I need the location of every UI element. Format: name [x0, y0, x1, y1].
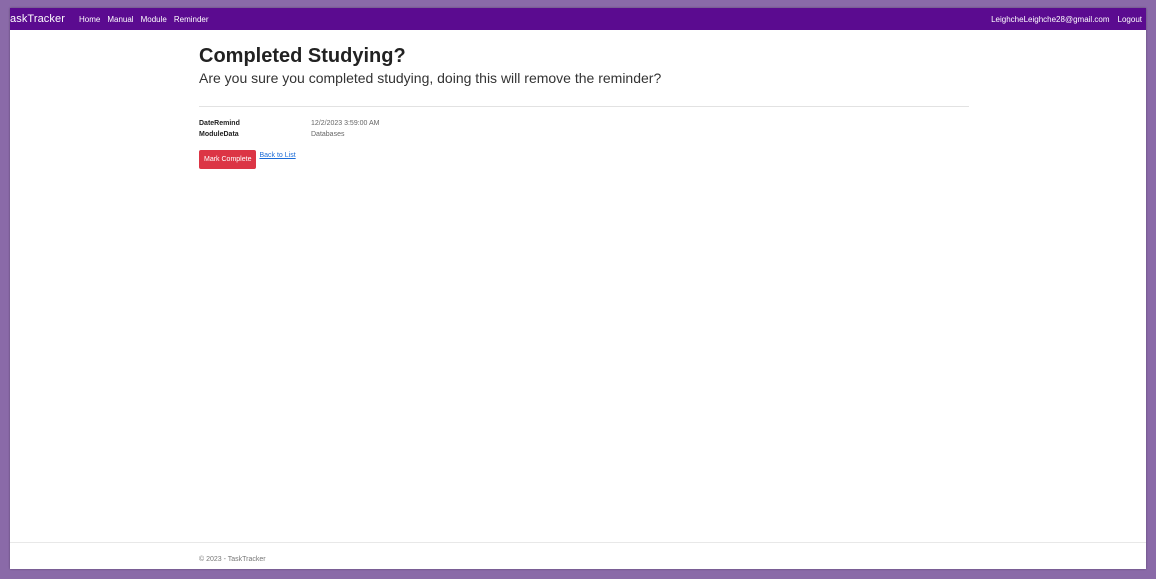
- nav-reminder[interactable]: Reminder: [174, 15, 209, 24]
- detail-row-date-remind: DateRemind 12/2/2023 3:59:00 AM: [199, 118, 971, 129]
- divider: [199, 106, 969, 107]
- user-email-link[interactable]: LeighcheLeighche28@gmail.com: [991, 15, 1109, 24]
- nav-manual[interactable]: Manual: [107, 15, 133, 24]
- detail-label: DateRemind: [199, 120, 240, 127]
- browser-window: askTracker Home Manual Module Reminder L…: [10, 8, 1146, 569]
- nav-module[interactable]: Module: [141, 15, 167, 24]
- detail-row-module-data: ModuleData Databases: [199, 129, 971, 140]
- details-list: DateRemind 12/2/2023 3:59:00 AM ModuleDa…: [199, 118, 971, 140]
- nav-right: LeighcheLeighche28@gmail.com Logout: [991, 15, 1142, 24]
- footer-copyright: © 2023 - TaskTracker: [199, 556, 266, 563]
- detail-label: ModuleData: [199, 131, 239, 138]
- navbar: askTracker Home Manual Module Reminder L…: [10, 8, 1146, 30]
- back-to-list-link[interactable]: Back to List: [259, 152, 295, 159]
- footer: © 2023 - TaskTracker: [10, 542, 1146, 569]
- main-content: Completed Studying? Are you sure you com…: [199, 45, 971, 169]
- nav-links: Home Manual Module Reminder: [79, 15, 209, 24]
- confirmation-message: Are you sure you completed studying, doi…: [199, 70, 662, 86]
- logout-link[interactable]: Logout: [1118, 15, 1142, 24]
- form-actions: Mark Complete Back to List: [199, 150, 971, 169]
- mark-complete-button[interactable]: Mark Complete: [199, 150, 257, 169]
- detail-value: Databases: [311, 131, 345, 138]
- window-frame: askTracker Home Manual Module Reminder L…: [0, 0, 1156, 579]
- nav-home[interactable]: Home: [79, 15, 100, 24]
- detail-value: 12/2/2023 3:59:00 AM: [311, 120, 380, 127]
- page-title: Completed Studying?: [199, 45, 406, 67]
- brand-link[interactable]: askTracker: [10, 13, 65, 25]
